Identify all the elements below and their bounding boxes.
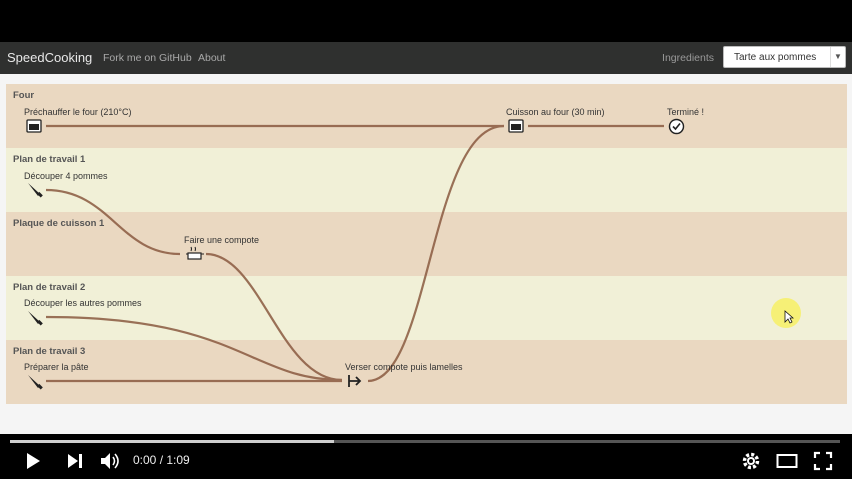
step-bake: Cuisson au four (30 min)	[506, 107, 605, 117]
step-cut4: Découper 4 pommes	[24, 171, 108, 181]
step-compote: Faire une compote	[184, 235, 260, 245]
flow-cut4-compote	[45, 188, 181, 256]
flow-compote-pour	[205, 252, 343, 382]
check-circle-icon	[668, 118, 685, 135]
progress-bar-fill	[10, 440, 334, 443]
step-dough: Préparer la pâte	[24, 362, 89, 372]
knife-icon	[28, 311, 43, 326]
play-icon[interactable]	[24, 451, 42, 471]
oven-icon	[508, 119, 524, 133]
volume-icon[interactable]	[99, 451, 121, 471]
flow-cut-rest-pour	[45, 315, 343, 382]
oven-icon	[26, 119, 42, 133]
step-cut-rest: Découper les autres pommes	[24, 298, 142, 308]
knife-icon	[28, 183, 43, 198]
settings-gear-icon[interactable]	[741, 451, 761, 471]
step-pour: Verser compote puis lamelles	[345, 362, 463, 372]
pot-icon	[186, 246, 204, 260]
fullscreen-icon[interactable]	[813, 451, 833, 471]
flow-pour-bake	[367, 124, 505, 383]
flow-lines	[45, 124, 664, 383]
pour-icon	[348, 375, 362, 387]
knife-icon	[28, 375, 43, 390]
progress-bar[interactable]	[10, 440, 840, 443]
step-done: Terminé !	[667, 107, 705, 117]
step-preheat: Préchauffer le four (210°C)	[24, 107, 132, 117]
theater-mode-icon[interactable]	[776, 453, 798, 469]
time-display: 0:00 / 1:09	[133, 453, 190, 467]
next-icon[interactable]	[66, 452, 84, 470]
mouse-cursor-icon	[784, 310, 794, 324]
